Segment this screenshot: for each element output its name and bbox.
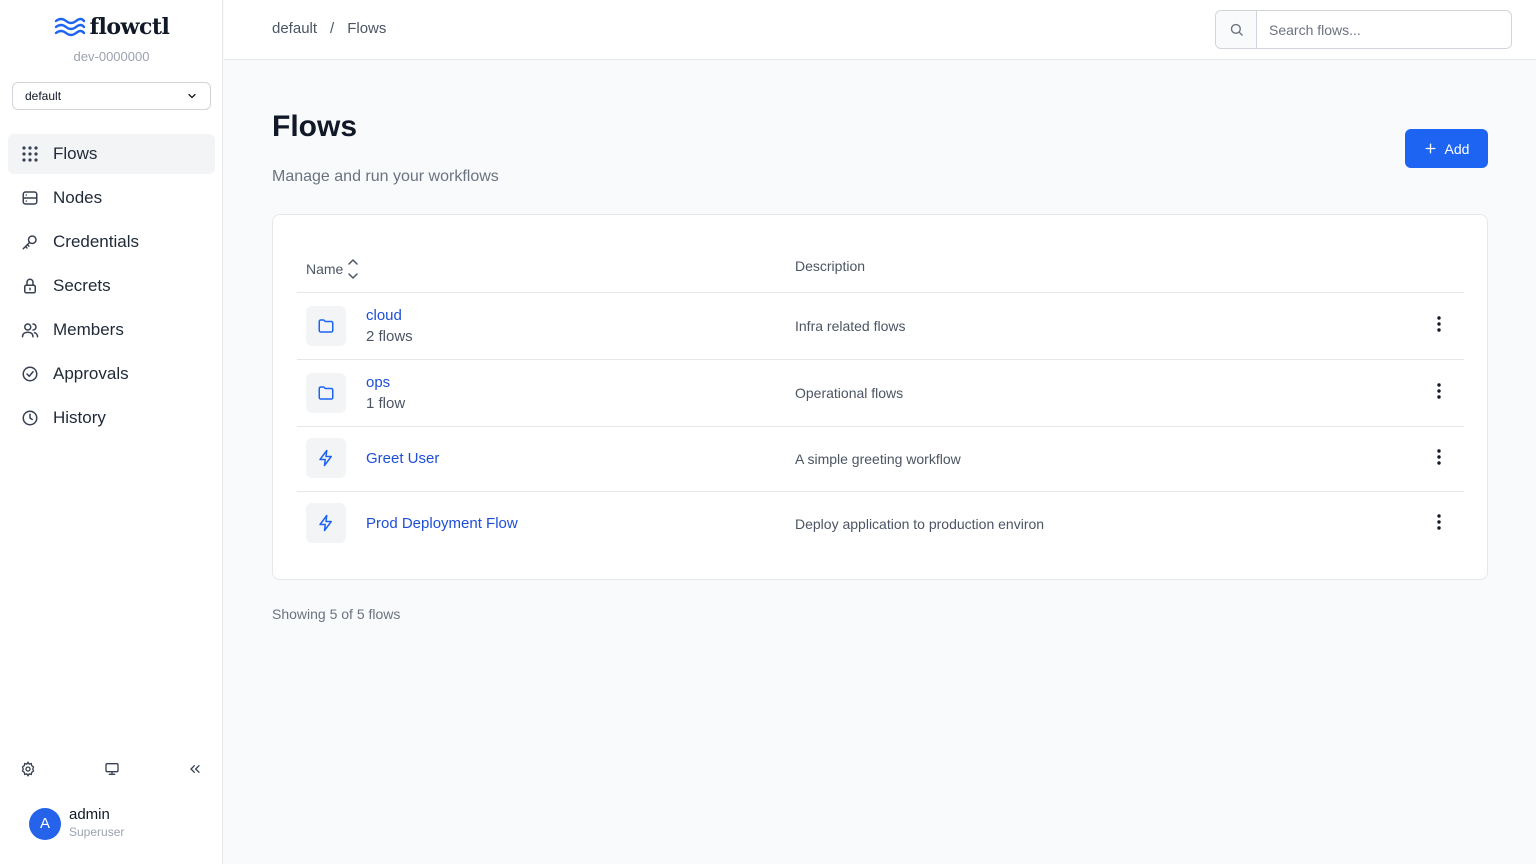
row-description: Deploy application to production environ xyxy=(795,516,1045,532)
brand-name: flowctl xyxy=(89,14,170,40)
namespace-value: default xyxy=(25,89,62,103)
sidebar-nav: Flows Nodes Credentials Secrets Members … xyxy=(8,134,215,442)
flow-icon-box xyxy=(306,503,346,543)
instance-id: dev-0000000 xyxy=(73,49,150,64)
flow-link[interactable]: Greet User xyxy=(366,450,439,467)
avatar: A xyxy=(29,807,61,840)
breadcrumb-root[interactable]: default xyxy=(272,20,317,37)
results-count: Showing 5 of 5 flows xyxy=(272,606,401,622)
more-vertical-icon xyxy=(1437,383,1441,399)
folder-icon xyxy=(318,319,334,333)
settings-button[interactable] xyxy=(19,760,37,778)
row-description: Operational flows xyxy=(795,385,904,401)
sidebar-item-credentials[interactable]: Credentials xyxy=(8,222,215,262)
search-input[interactable] xyxy=(1257,11,1511,48)
more-vertical-icon xyxy=(1437,449,1441,465)
name-header-label: Name xyxy=(306,261,344,277)
breadcrumb: default / Flows xyxy=(272,20,386,37)
table-row[interactable]: Prod Deployment Flow Deploy application … xyxy=(297,492,1464,557)
user-profile[interactable]: A admin Superuser xyxy=(29,806,124,841)
flows-table: Name Description cloud 2 flows Infra rel… xyxy=(272,214,1488,580)
chevrons-left-icon xyxy=(190,765,200,773)
page-title: Flows xyxy=(272,110,358,143)
lightning-icon xyxy=(319,449,332,467)
check-circle-icon xyxy=(22,366,38,382)
table-header: Name Description xyxy=(297,251,1464,293)
sidebar-item-label: Secrets xyxy=(53,276,111,295)
server-icon xyxy=(22,191,38,205)
sidebar-item-label: Flows xyxy=(53,144,98,163)
chevron-down-icon xyxy=(188,93,196,99)
theme-button[interactable] xyxy=(103,760,121,778)
breadcrumb-separator: / xyxy=(330,20,335,37)
add-button[interactable]: Add xyxy=(1405,129,1488,168)
name-column-header[interactable]: Name xyxy=(306,258,359,280)
sidebar-item-flows[interactable]: Flows xyxy=(8,134,215,174)
folder-link[interactable]: cloud xyxy=(366,307,402,324)
search-icon-box xyxy=(1216,11,1257,48)
brand-logo[interactable]: flowctl xyxy=(0,14,223,40)
collapse-sidebar-button[interactable] xyxy=(186,760,204,778)
sidebar-toolbar xyxy=(0,760,223,778)
user-role: Superuser xyxy=(69,825,125,839)
users-icon xyxy=(21,323,39,338)
folder-link[interactable]: ops xyxy=(366,374,390,391)
lightning-icon xyxy=(319,514,332,532)
sidebar-item-label: Approvals xyxy=(53,364,129,383)
sort-icon xyxy=(348,259,359,279)
table-row[interactable]: ops 1 flow Operational flows xyxy=(297,360,1464,427)
row-menu-button[interactable] xyxy=(1430,513,1448,531)
plus-icon xyxy=(1425,143,1436,154)
clock-icon xyxy=(22,410,38,426)
search-box xyxy=(1215,10,1512,49)
table-row[interactable]: cloud 2 flows Infra related flows xyxy=(297,293,1464,360)
row-menu-button[interactable] xyxy=(1430,382,1448,400)
user-name: admin xyxy=(69,806,110,823)
breadcrumb-current: Flows xyxy=(347,20,387,37)
lock-icon xyxy=(24,278,36,294)
sidebar-item-members[interactable]: Members xyxy=(8,310,215,350)
sidebar-item-label: History xyxy=(53,408,106,427)
sidebar-item-nodes[interactable]: Nodes xyxy=(8,178,215,218)
grid-icon xyxy=(22,146,38,162)
flow-count: 1 flow xyxy=(366,395,406,412)
more-vertical-icon xyxy=(1437,316,1441,332)
monitor-icon xyxy=(105,763,119,775)
flow-link[interactable]: Prod Deployment Flow xyxy=(366,515,518,532)
row-menu-button[interactable] xyxy=(1430,315,1448,333)
sidebar-item-secrets[interactable]: Secrets xyxy=(8,266,215,306)
sidebar-item-label: Members xyxy=(53,320,124,339)
sidebar-item-label: Nodes xyxy=(53,188,103,207)
more-vertical-icon xyxy=(1437,514,1441,530)
page-subtitle: Manage and run your workflows xyxy=(272,168,499,185)
row-description: A simple greeting workflow xyxy=(795,451,961,467)
sidebar-item-history[interactable]: History xyxy=(8,398,215,438)
sidebar-item-approvals[interactable]: Approvals xyxy=(8,354,215,394)
folder-icon xyxy=(318,386,334,400)
folder-icon-box xyxy=(306,306,346,346)
table-row[interactable]: Greet User A simple greeting workflow xyxy=(297,427,1464,492)
gear-icon xyxy=(21,761,35,777)
add-button-label: Add xyxy=(1444,140,1470,157)
top-bar: default / Flows xyxy=(224,0,1536,60)
flow-count: 2 flows xyxy=(366,328,413,345)
flow-icon-box xyxy=(306,438,346,478)
waves-icon xyxy=(54,17,85,37)
description-column-header: Description xyxy=(795,258,866,274)
search-icon xyxy=(1230,23,1243,36)
namespace-select[interactable]: default xyxy=(12,82,211,110)
key-icon xyxy=(22,235,37,250)
row-menu-button[interactable] xyxy=(1430,448,1448,466)
folder-icon-box xyxy=(306,373,346,413)
row-description: Infra related flows xyxy=(795,318,906,334)
sidebar-item-label: Credentials xyxy=(53,232,139,251)
sidebar: flowctl dev-0000000 default Flows Nodes … xyxy=(0,0,223,864)
